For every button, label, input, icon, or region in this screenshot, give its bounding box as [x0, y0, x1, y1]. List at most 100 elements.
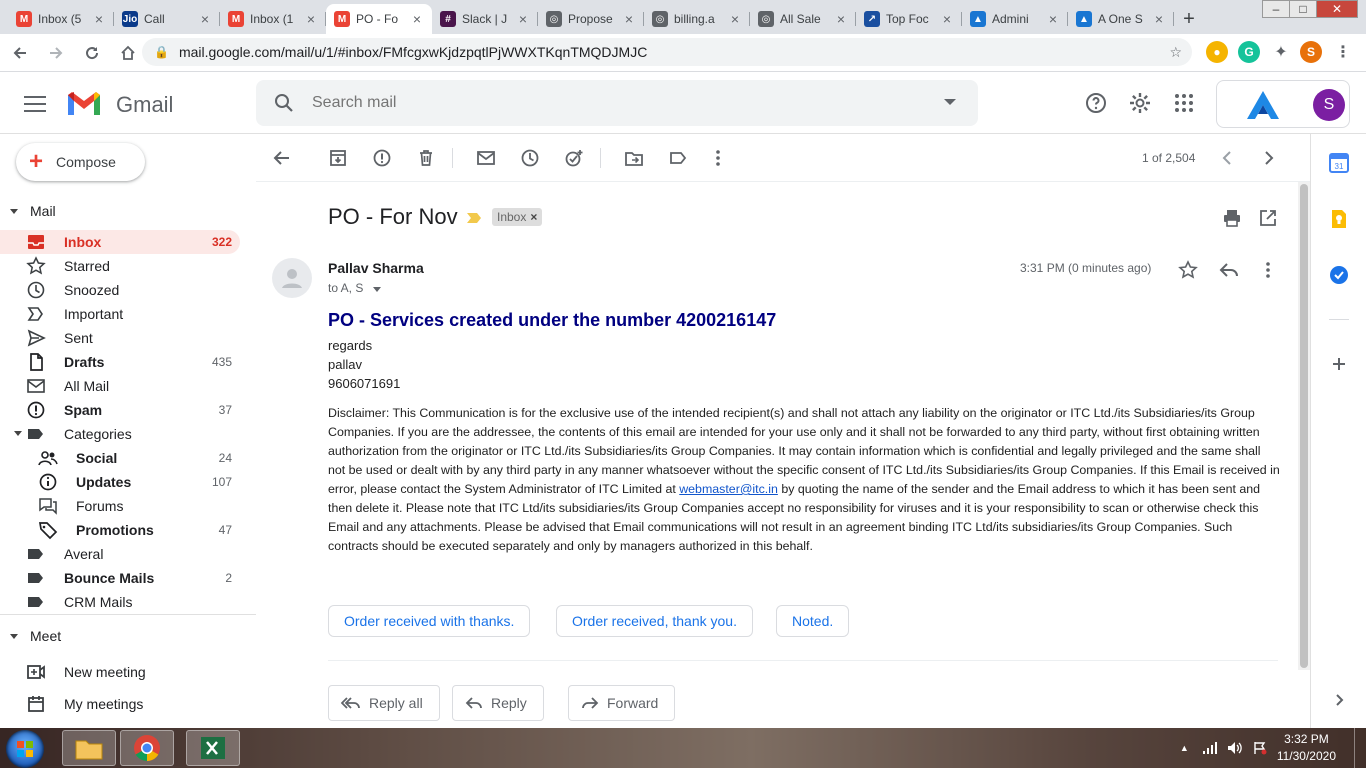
- mail-section-header[interactable]: Mail: [0, 203, 56, 219]
- sidebar-item-important[interactable]: Important: [0, 302, 240, 326]
- sidebar-item-categories[interactable]: Categories: [0, 422, 240, 446]
- user-avatar[interactable]: S: [1313, 89, 1345, 121]
- extension-icon[interactable]: ●: [1206, 41, 1228, 63]
- signal-bars-icon[interactable]: [1202, 742, 1217, 754]
- grammarly-icon[interactable]: G: [1238, 41, 1260, 63]
- delete-icon[interactable]: [416, 148, 436, 168]
- close-tab-icon[interactable]: ×: [1046, 11, 1060, 27]
- sidebar-item-drafts[interactable]: Drafts 435: [0, 350, 240, 374]
- sidebar-item-inbox[interactable]: Inbox 322: [0, 230, 240, 254]
- home-button[interactable]: [112, 37, 144, 69]
- search-options-icon[interactable]: [944, 99, 956, 105]
- mark-unread-icon[interactable]: [476, 148, 496, 168]
- remove-label-icon[interactable]: ×: [530, 210, 537, 224]
- sidebar-item-forums[interactable]: Forums: [0, 494, 240, 518]
- scrollbar-thumb[interactable]: [1300, 184, 1308, 668]
- sidebar-item-social[interactable]: Social 24: [0, 446, 240, 470]
- browser-tab[interactable]: Jio Call ×: [114, 4, 220, 34]
- file-explorer-taskbar-button[interactable]: [62, 730, 116, 766]
- star-icon[interactable]: [1178, 260, 1198, 280]
- reply-all-button[interactable]: Reply all: [328, 685, 440, 721]
- expand-panel-chevron-icon[interactable]: [1329, 690, 1349, 710]
- browser-tab[interactable]: ▲ A One S ×: [1068, 4, 1174, 34]
- sidebar-item-promotions[interactable]: Promotions 47: [0, 518, 240, 542]
- extensions-puzzle-icon[interactable]: ✦: [1270, 41, 1292, 63]
- add-addon-plus-icon[interactable]: [1329, 354, 1349, 374]
- reply-icon[interactable]: [1218, 260, 1240, 280]
- new-meeting-item[interactable]: New meeting: [26, 663, 146, 681]
- browser-tab[interactable]: M Inbox (5 ×: [8, 4, 114, 34]
- settings-gear-icon[interactable]: [1128, 91, 1152, 115]
- close-tab-icon[interactable]: ×: [410, 11, 424, 27]
- forward-button[interactable]: Forward: [568, 685, 676, 721]
- minimize-button[interactable]: –: [1262, 0, 1290, 18]
- newer-chevron-left-icon[interactable]: [1218, 148, 1238, 168]
- close-tab-icon[interactable]: ×: [92, 11, 106, 27]
- move-to-folder-icon[interactable]: [624, 148, 644, 168]
- window-close-button[interactable]: ✕: [1316, 0, 1358, 18]
- windows-start-button[interactable]: [6, 730, 44, 768]
- show-hidden-icons-icon[interactable]: ▲: [1180, 743, 1189, 753]
- forward-button[interactable]: [40, 37, 72, 69]
- older-chevron-right-icon[interactable]: [1258, 148, 1278, 168]
- sender-name[interactable]: Pallav Sharma: [328, 260, 424, 276]
- excel-taskbar-button[interactable]: [186, 730, 240, 766]
- sidebar-item-all-mail[interactable]: All Mail: [0, 374, 240, 398]
- browser-tab[interactable]: M PO - Fo ×: [326, 4, 432, 34]
- search-icon[interactable]: [274, 93, 294, 113]
- label-icon[interactable]: [668, 148, 688, 168]
- report-spam-icon[interactable]: [372, 148, 392, 168]
- action-center-flag-icon[interactable]: [1253, 741, 1267, 755]
- google-keep-icon[interactable]: [1329, 209, 1349, 229]
- back-button[interactable]: [4, 37, 36, 69]
- close-tab-icon[interactable]: ×: [304, 11, 318, 27]
- my-meetings-item[interactable]: My meetings: [26, 695, 143, 713]
- smart-reply-button[interactable]: Order received, thank you.: [556, 605, 753, 637]
- main-menu-icon[interactable]: [24, 93, 46, 113]
- sidebar-item-snoozed[interactable]: Snoozed: [0, 278, 240, 302]
- google-calendar-icon[interactable]: 31: [1329, 153, 1349, 173]
- browser-menu-icon[interactable]: ⋮: [1332, 41, 1354, 63]
- address-bar[interactable]: 🔒 mail.google.com/mail/u/1/#inbox/FMfcgx…: [142, 38, 1192, 66]
- search-input[interactable]: [312, 91, 912, 115]
- sidebar-item-crm-mails[interactable]: CRM Mails: [0, 590, 240, 614]
- bookmark-star-icon[interactable]: ☆: [1169, 44, 1182, 61]
- chrome-taskbar-button[interactable]: [120, 730, 174, 766]
- webmaster-email-link[interactable]: webmaster@itc.in: [679, 482, 778, 496]
- close-tab-icon[interactable]: ×: [940, 11, 954, 27]
- archive-icon[interactable]: [328, 148, 348, 168]
- smart-reply-button[interactable]: Order received with thanks.: [328, 605, 531, 637]
- browser-tab[interactable]: ◎ All Sale ×: [750, 4, 856, 34]
- important-marker-icon[interactable]: [466, 212, 482, 224]
- open-new-window-icon[interactable]: [1258, 208, 1278, 228]
- smart-reply-button[interactable]: Noted.: [776, 605, 850, 637]
- sidebar-item-starred[interactable]: Starred: [0, 254, 240, 278]
- browser-tab[interactable]: ↗ Top Foc ×: [856, 4, 962, 34]
- close-tab-icon[interactable]: ×: [834, 11, 848, 27]
- help-icon[interactable]: [1084, 91, 1108, 115]
- show-desktop-button[interactable]: [1354, 728, 1366, 768]
- reload-button[interactable]: [76, 37, 108, 69]
- sidebar-item-updates[interactable]: Updates 107: [0, 470, 240, 494]
- scrollbar[interactable]: [1298, 182, 1310, 670]
- profile-avatar[interactable]: S: [1300, 41, 1322, 63]
- apps-grid-icon[interactable]: [1172, 91, 1196, 115]
- more-vertical-icon[interactable]: [708, 148, 728, 168]
- sidebar-item-averal[interactable]: Averal: [0, 542, 240, 566]
- browser-tab[interactable]: ◎ Propose ×: [538, 4, 644, 34]
- back-to-inbox-icon[interactable]: [272, 148, 292, 168]
- sidebar-item-spam[interactable]: Spam 37: [0, 398, 240, 422]
- browser-tab[interactable]: ▲ Admini ×: [962, 4, 1068, 34]
- sidebar-item-bounce-mails[interactable]: Bounce Mails 2: [0, 566, 240, 590]
- account-switcher[interactable]: S: [1216, 80, 1350, 128]
- add-task-icon[interactable]: [564, 148, 584, 168]
- recipient-details-arrow-icon[interactable]: [372, 287, 381, 292]
- browser-tab[interactable]: # Slack | J ×: [432, 4, 538, 34]
- close-tab-icon[interactable]: ×: [516, 11, 530, 27]
- expand-arrow-icon[interactable]: [14, 431, 22, 436]
- compose-button[interactable]: + Compose: [16, 143, 145, 181]
- sidebar-item-sent[interactable]: Sent: [0, 326, 240, 350]
- print-icon[interactable]: [1222, 208, 1242, 228]
- maximize-button[interactable]: □: [1289, 0, 1317, 18]
- close-tab-icon[interactable]: ×: [622, 11, 636, 27]
